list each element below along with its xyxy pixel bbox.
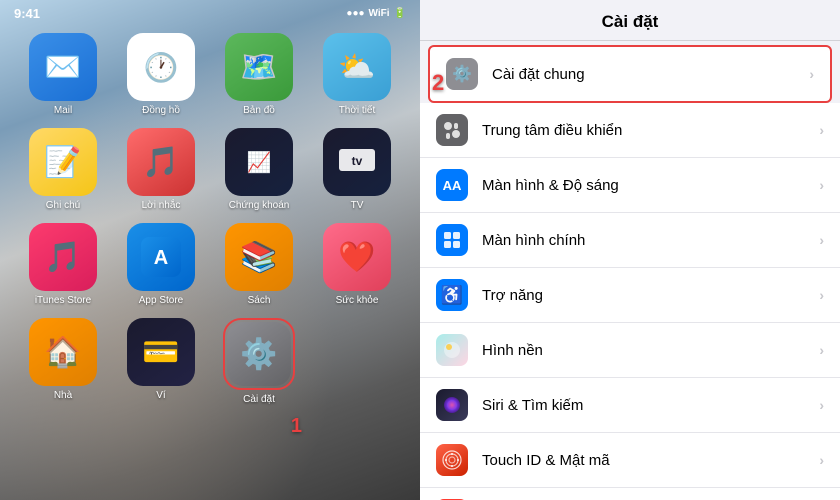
app-clock-label: Đồng hồ [142,105,180,116]
settings-panel: Cài đặt ⚙️ Cài đặt chung › Trung tâm điề… [420,0,840,500]
settings-general-chevron: › [809,66,814,82]
app-books-icon: 📚 [225,223,293,291]
settings-touchid-chevron: › [819,452,824,468]
app-tv-icon: tv [323,128,391,196]
settings-title: Cài đặt [440,12,820,32]
status-icons: ●●● WiFi 🔋 [346,8,406,19]
app-health-icon: ❤️ [323,223,391,291]
app-itunes-label: iTunes Store [35,295,91,306]
signal-icon: ●●● [346,8,364,19]
app-maps-label: Bản đồ [243,105,275,116]
settings-siri-chevron: › [819,397,824,413]
iphone-homescreen: 9:41 ●●● WiFi 🔋 ✉️ Mail 🕐 Đồng hồ 🗺️ Bản… [0,0,420,500]
app-notes-label: Ghi chú [46,200,80,211]
settings-item-display[interactable]: AA Màn hình & Độ sáng › [420,158,840,213]
app-weather[interactable]: ⛅ Thời tiết [314,33,400,116]
settings-header: Cài đặt [420,0,840,41]
settings-wallpaper-chevron: › [819,342,824,358]
settings-accessibility-label: Trợ năng [482,287,819,304]
settings-item-touchid[interactable]: Touch ID & Mật mã › [420,433,840,488]
app-wallet-icon: 💳 [127,318,195,386]
settings-display-icon: AA [436,169,468,201]
status-time: 9:41 [14,6,40,21]
settings-item-siri[interactable]: Siri & Tìm kiếm › [420,378,840,433]
app-stocks[interactable]: 📈 Chứng khoán [216,128,302,211]
app-itunes-icon: 🎵 [29,223,97,291]
settings-homescreen-chevron: › [819,232,824,248]
settings-siri-label: Siri & Tìm kiếm [482,397,819,414]
settings-homescreen-label: Màn hình chính [482,232,819,249]
app-clock[interactable]: 🕐 Đồng hồ [118,33,204,116]
app-mail-label: Mail [54,105,72,116]
app-home[interactable]: 🏠 Nhà [20,318,106,434]
app-health[interactable]: ❤️ Sức khỏe [314,223,400,306]
app-itunes[interactable]: 🎵 iTunes Store [20,223,106,306]
app-reminders[interactable]: 🎵 Lời nhắc [118,128,204,211]
status-bar: 9:41 ●●● WiFi 🔋 [0,0,420,25]
app-tv-label: TV [351,200,364,211]
app-weather-icon: ⛅ [323,33,391,101]
app-weather-label: Thời tiết [339,105,376,116]
app-mail[interactable]: ✉️ Mail [20,33,106,116]
settings-siri-icon [436,389,468,421]
app-reminders-icon: 🎵 [127,128,195,196]
app-reminders-label: Lời nhắc [142,200,181,211]
wifi-icon: WiFi [369,8,390,19]
settings-accessibility-icon: ♿ [436,279,468,311]
step-2-badge: 2 [432,70,444,96]
settings-item-general[interactable]: ⚙️ Cài đặt chung › [428,45,832,103]
battery-icon: 🔋 [394,8,406,19]
settings-general-label: Cài đặt chung [492,66,809,83]
settings-control-chevron: › [819,122,824,138]
app-home-icon: 🏠 [29,318,97,386]
app-wallet-label: Ví [156,390,165,401]
settings-touchid-icon [436,444,468,476]
app-home-label: Nhà [54,390,72,401]
app-stocks-icon: 📈 [225,128,293,196]
settings-item-homescreen[interactable]: Màn hình chính › [420,213,840,268]
app-maps-icon: 🗺️ [225,33,293,101]
app-appstore-label: App Store [139,295,183,306]
settings-highlight-box: ⚙️ [223,318,295,390]
app-notes-icon: 📝 [29,128,97,196]
app-settings-icon: ⚙️ [227,322,291,386]
settings-accessibility-chevron: › [819,287,824,303]
settings-touchid-label: Touch ID & Mật mã [482,452,819,469]
app-maps[interactable]: 🗺️ Bản đồ [216,33,302,116]
app-books[interactable]: 📚 Sách [216,223,302,306]
settings-display-label: Màn hình & Độ sáng [482,177,819,194]
settings-item-accessibility[interactable]: ♿ Trợ năng › [420,268,840,323]
app-health-label: Sức khỏe [336,295,379,306]
settings-item-control-center[interactable]: Trung tâm điều khiển › [420,103,840,158]
step-1-badge: 1 [291,415,302,438]
app-notes[interactable]: 📝 Ghi chú [20,128,106,211]
settings-general-icon: ⚙️ [446,58,478,90]
svg-text:A: A [154,247,168,269]
settings-control-icon [436,114,468,146]
app-grid: ✉️ Mail 🕐 Đồng hồ 🗺️ Bản đồ ⛅ Thời tiết … [0,25,420,446]
settings-wallpaper-label: Hình nền [482,342,819,359]
app-stocks-label: Chứng khoán [229,200,290,211]
settings-control-label: Trung tâm điều khiển [482,122,819,139]
svg-text:tv: tv [352,154,363,168]
settings-wallpaper-icon [436,334,468,366]
settings-item-sos[interactable]: SOS SOS khẩn cấp › [420,488,840,500]
settings-item-wallpaper[interactable]: Hình nền › [420,323,840,378]
settings-list: ⚙️ Cài đặt chung › Trung tâm điều khiển … [420,41,840,500]
app-mail-icon: ✉️ [29,33,97,101]
settings-homescreen-icon [436,224,468,256]
app-wallet[interactable]: 💳 Ví [118,318,204,434]
app-tv[interactable]: tv TV [314,128,400,211]
app-appstore-icon: A [127,223,195,291]
app-settings[interactable]: ⚙️ Cài đặt 1 [216,318,302,434]
app-clock-icon: 🕐 [127,33,195,101]
app-appstore[interactable]: A App Store [118,223,204,306]
app-settings-label: Cài đặt [243,394,275,405]
app-books-label: Sách [248,295,271,306]
settings-display-chevron: › [819,177,824,193]
